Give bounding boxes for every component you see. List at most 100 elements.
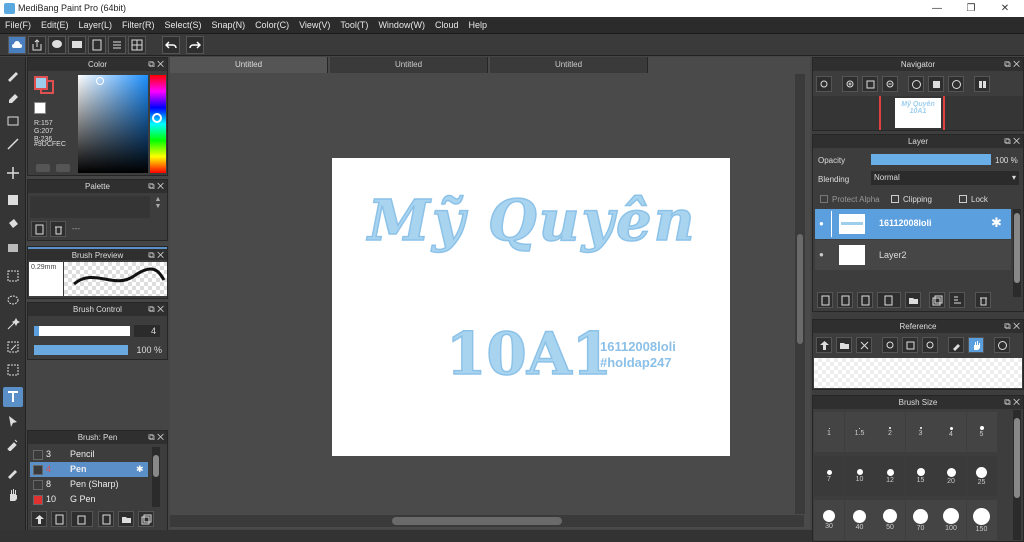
menu-view[interactable]: View(V) [294,17,335,34]
redo-icon[interactable] [186,36,204,54]
drawing-canvas[interactable]: Mỹ Quyên 10A1 16112008loli #holdap247 [332,158,730,456]
brush-size-value[interactable]: 4 [134,325,160,337]
flip-icon[interactable] [974,76,990,92]
canvas-vertical-scrollbar[interactable] [795,74,805,514]
close-button[interactable]: ✕ [990,0,1020,17]
brush-size-cell[interactable]: 1.5 [844,412,875,452]
zoom-out-icon[interactable] [882,76,898,92]
fill-rect-tool-icon[interactable] [3,190,23,210]
brush-size-slider[interactable] [34,326,130,336]
brush-size-cell[interactable]: 70 [905,500,936,540]
brush-size-cell[interactable]: 15 [905,456,936,496]
brush-size-cell[interactable]: 50 [875,500,905,540]
merge-down-icon[interactable] [949,292,965,308]
lock-checkbox[interactable] [959,195,967,203]
menu-snap[interactable]: Snap(N) [207,17,251,34]
magic-wand-tool-icon[interactable] [3,314,23,334]
brush-size-cell[interactable]: 100 [936,500,966,540]
reference-dropper-icon[interactable] [948,337,964,353]
tab-untitled-3[interactable]: Untitled [490,57,648,73]
reference-close-icon[interactable] [856,337,872,353]
rotate-right-icon[interactable] [948,76,964,92]
layer-row[interactable]: ● Layer2 [815,240,1011,270]
hue-slider[interactable] [150,75,166,173]
palette-add-icon[interactable] [31,221,47,237]
reference-rotate-icon[interactable] [994,337,1010,353]
menu-edit[interactable]: Edit(E) [36,17,74,34]
panel-controls-icon[interactable]: ⧉ ✕ [148,180,164,193]
select-rect-tool-icon[interactable] [3,266,23,286]
brush-item-pencil[interactable]: 3 Pencil [30,447,148,462]
color-mode-button[interactable] [36,164,50,172]
brush-new-icon[interactable] [51,511,67,527]
duplicate-layer-icon[interactable] [929,292,945,308]
brush-size-cell[interactable]: 4 [936,412,966,452]
panel-controls-icon[interactable]: ⧉ ✕ [148,249,164,262]
bucket-tool-icon[interactable] [3,214,23,234]
color-sv-picker[interactable] [78,75,148,173]
menu-filter[interactable]: Filter(R) [117,17,160,34]
brush-size-cell[interactable]: 20 [936,456,966,496]
layer-opacity-slider[interactable] [871,154,991,165]
brush-size-cell[interactable]: 40 [844,500,875,540]
new-halftone-layer-icon[interactable] [837,292,853,308]
chat-icon[interactable] [68,36,86,54]
hand-tool-icon[interactable] [3,485,23,505]
select-eraser-tool-icon[interactable] [3,360,23,380]
menu-select[interactable]: Select(S) [160,17,207,34]
brush-settings-icon[interactable] [98,511,114,527]
menu-tool[interactable]: Tool(T) [335,17,373,34]
brush-size-cell[interactable]: 5 [966,412,997,452]
eye-icon[interactable]: ● [819,219,824,228]
dropper-tool-icon[interactable] [3,434,23,454]
transparent-swatch[interactable] [34,102,46,114]
share-icon[interactable] [28,36,46,54]
eye-icon[interactable]: ● [819,250,824,259]
comment-icon[interactable] [48,36,66,54]
list-icon[interactable] [108,36,126,54]
brush-size-cell[interactable]: 7 [814,456,844,496]
blending-select[interactable]: Normal ▾ [871,171,1019,185]
menu-layer[interactable]: Layer(L) [74,17,118,34]
fit-icon[interactable] [862,76,878,92]
layer-add-menu-icon[interactable] [877,292,901,308]
canvas-horizontal-scrollbar[interactable] [170,515,804,527]
palette-scroll[interactable]: ▲ ▼ [152,196,164,218]
brush-size-cell[interactable]: 3 [905,412,936,452]
page-icon[interactable] [88,36,106,54]
reference-cloud-icon[interactable] [816,337,832,353]
brush-size-cell[interactable]: 30 [814,500,844,540]
color-option-button[interactable] [56,164,70,172]
reference-view[interactable] [814,358,1022,388]
reference-fit-icon[interactable] [902,337,918,353]
brush-size-cell[interactable]: 10 [844,456,875,496]
brush-size-cell[interactable]: 1 [814,412,844,452]
brush-tool-icon[interactable] [3,65,23,85]
palette-delete-icon[interactable] [50,221,66,237]
grid-icon[interactable] [128,36,146,54]
select-pen-tool-icon[interactable] [3,337,23,357]
rectangle-tool-icon[interactable] [3,111,23,131]
zoom-in-icon[interactable] [842,76,858,92]
brush-item-pen-sharp[interactable]: 8 Pen (Sharp) [30,477,148,492]
rotate-left-icon[interactable] [908,76,924,92]
new-layer-icon[interactable] [817,292,833,308]
reference-hand-icon[interactable] [968,337,984,353]
menu-color[interactable]: Color(C) [250,17,294,34]
brush-size-cell[interactable]: 2 [875,412,905,452]
brush-size-scrollbar[interactable] [1013,410,1021,540]
brush-opacity-slider[interactable] [34,345,128,355]
brush-folder-icon[interactable] [118,511,134,527]
brush-item-g-pen[interactable]: 10 G Pen [30,492,148,507]
menu-cloud[interactable]: Cloud [430,17,464,34]
palette-swatches[interactable] [30,196,150,218]
brush-list-scrollbar[interactable] [152,447,160,507]
brush-size-cell[interactable]: 150 [966,500,997,540]
panel-controls-icon[interactable]: ⧉ ✕ [1004,58,1020,71]
delete-layer-icon[interactable] [975,292,991,308]
eyedropper-tool-icon[interactable] [3,462,23,482]
clipping-checkbox[interactable] [891,195,899,203]
brush-copy-icon[interactable] [71,511,93,527]
panel-controls-icon[interactable]: ⧉ ✕ [148,58,164,71]
panel-controls-icon[interactable]: ⧉ ✕ [1004,135,1020,148]
